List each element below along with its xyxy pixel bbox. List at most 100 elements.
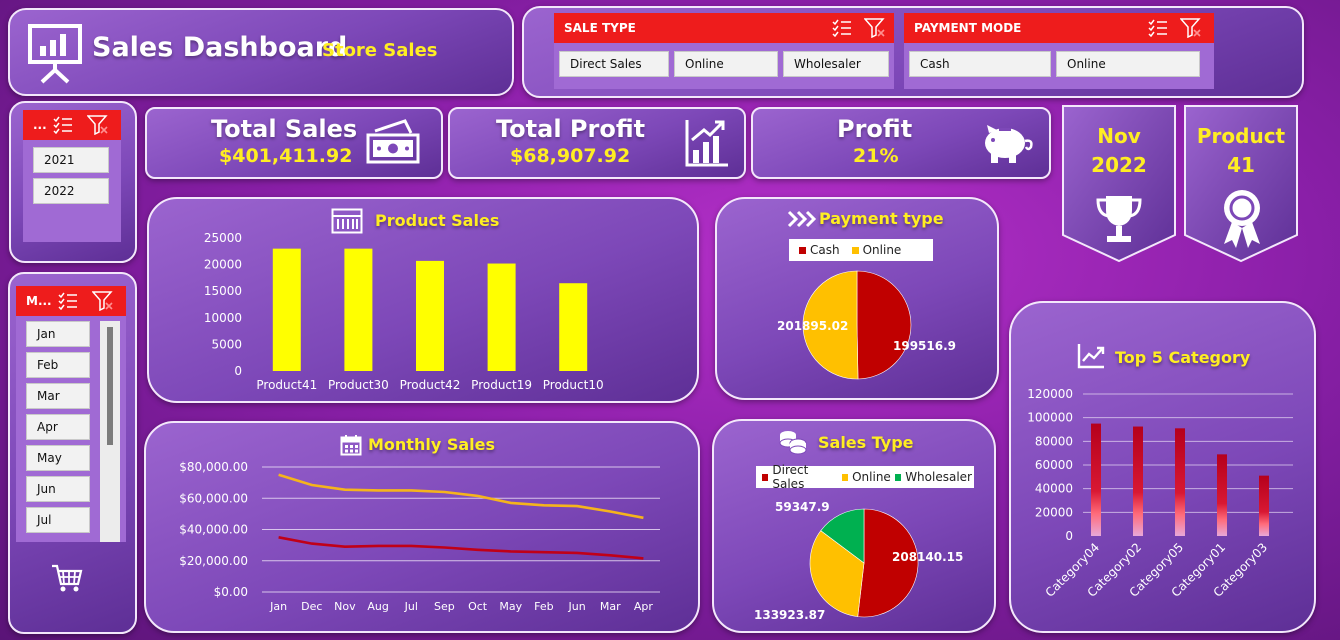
y-tick-label: 10000 bbox=[204, 311, 242, 325]
year-option-2021[interactable]: 2021 bbox=[33, 147, 109, 173]
x-tick-label: Product10 bbox=[543, 378, 604, 392]
x-tick-label: Sep bbox=[434, 600, 455, 613]
clear-filter-icon[interactable] bbox=[1180, 18, 1202, 38]
payment-option-online[interactable]: Online bbox=[1056, 51, 1200, 77]
multi-select-icon[interactable] bbox=[832, 19, 852, 37]
product-badge-line2: 41 bbox=[1227, 153, 1255, 177]
presentation-board-icon bbox=[28, 24, 82, 84]
y-tick-label: $60,000.00 bbox=[179, 491, 248, 505]
monthly-sales-chart: $80,000.00 $60,000.00 $40,000.00 $20,000.00… bbox=[179, 460, 660, 613]
sale-type-option-direct-sales[interactable]: Direct Sales bbox=[559, 51, 669, 77]
month-slicer: M... Jan Feb Mar Apr May Jun Jul bbox=[16, 286, 126, 542]
x-tick-label: Apr bbox=[634, 600, 654, 613]
bar bbox=[1175, 428, 1185, 536]
payment-mode-slicer-label: PAYMENT MODE bbox=[914, 21, 1022, 35]
y-tick-label: 0 bbox=[1065, 529, 1073, 543]
month-badge-line1: Nov bbox=[1097, 124, 1141, 148]
data-label: 133923.87 bbox=[754, 608, 825, 622]
top5-category-chart: 120000100000800006000040000200000Categor… bbox=[1027, 387, 1293, 600]
x-tick-label: Product19 bbox=[471, 378, 532, 392]
year-slicer-card: ... 2021 2022 bbox=[9, 101, 137, 263]
month-option-apr[interactable]: Apr bbox=[26, 414, 90, 440]
year-slicer: ... 2021 2022 bbox=[23, 110, 121, 242]
line-chart-icon bbox=[1077, 344, 1105, 369]
month-option-may[interactable]: May bbox=[26, 445, 90, 471]
multi-select-icon[interactable] bbox=[53, 116, 73, 134]
sale-type-slicer-label: SALE TYPE bbox=[564, 21, 636, 35]
bar bbox=[1217, 454, 1227, 536]
month-option-jan[interactable]: Jan bbox=[26, 321, 90, 347]
profit-label: Profit bbox=[837, 115, 913, 143]
bar bbox=[1091, 423, 1101, 536]
sales-type-title: Sales Type bbox=[818, 433, 914, 452]
coins-icon bbox=[779, 431, 807, 455]
payment-mode-slicer: PAYMENT MODE Cash Online bbox=[904, 13, 1214, 89]
header-card: Sales Dashboard Store Sales bbox=[8, 8, 514, 96]
month-slicer-scrollbar[interactable] bbox=[100, 321, 120, 542]
y-tick-label: $40,000.00 bbox=[179, 523, 248, 537]
legend-label-online: Online bbox=[862, 243, 902, 257]
shopping-cart-icon bbox=[52, 564, 83, 592]
sales-type-chart: 208140.15 133923.87 59347.9 bbox=[754, 500, 963, 622]
legend-label-cash: Cash bbox=[810, 243, 840, 257]
total-profit-card: Total Profit $68,907.92 bbox=[448, 107, 746, 179]
sale-type-option-online[interactable]: Online bbox=[674, 51, 778, 77]
month-option-mar[interactable]: Mar bbox=[26, 383, 90, 409]
y-tick-label: $20,000.00 bbox=[179, 554, 248, 568]
clear-filter-icon[interactable] bbox=[864, 18, 886, 38]
sales-type-legend: Direct Sales Online Wholesaler bbox=[756, 463, 974, 491]
x-tick-label: Jan bbox=[269, 600, 287, 613]
payment-type-title: Payment type bbox=[819, 209, 944, 228]
month-slicer-label: M... bbox=[26, 294, 52, 308]
clear-filter-icon[interactable] bbox=[92, 291, 114, 311]
y-tick-label: 15000 bbox=[204, 284, 242, 298]
payment-option-cash[interactable]: Cash bbox=[909, 51, 1051, 77]
month-slicer-scroll-thumb[interactable] bbox=[107, 327, 113, 445]
x-tick-label: May bbox=[499, 600, 522, 613]
x-tick-label: Feb bbox=[534, 600, 553, 613]
dashboard-subtitle: Store Sales bbox=[322, 40, 438, 61]
piggy-bank-icon bbox=[985, 125, 1033, 163]
sale-type-slicer: SALE TYPE Direct Sales Online Wholesaler bbox=[554, 13, 894, 89]
y-tick-label: 25000 bbox=[204, 231, 242, 245]
multi-select-icon[interactable] bbox=[58, 292, 78, 310]
x-tick-label: Nov bbox=[334, 600, 356, 613]
pie-slice bbox=[856, 270, 912, 380]
series-line bbox=[278, 473, 644, 520]
year-option-2022[interactable]: 2022 bbox=[33, 178, 109, 204]
x-tick-label: Jul bbox=[404, 600, 418, 613]
bar bbox=[1133, 426, 1143, 536]
calendar-icon bbox=[340, 435, 362, 456]
month-option-feb[interactable]: Feb bbox=[26, 352, 90, 378]
month-option-jul[interactable]: Jul bbox=[26, 507, 90, 533]
x-tick-label: Product30 bbox=[328, 378, 389, 392]
data-label: 59347.9 bbox=[775, 500, 830, 514]
bar bbox=[416, 260, 444, 371]
y-tick-label: 80000 bbox=[1035, 434, 1073, 448]
y-tick-label: 20000 bbox=[204, 258, 242, 272]
bar bbox=[559, 283, 588, 371]
month-badge-line2: 2022 bbox=[1091, 153, 1147, 177]
y-tick-label: 120000 bbox=[1027, 387, 1073, 401]
y-tick-label: 40000 bbox=[1035, 482, 1073, 496]
series-line bbox=[278, 536, 644, 560]
legend-swatch-wholesaler bbox=[894, 473, 902, 481]
data-label: 208140.15 bbox=[892, 550, 963, 564]
legend-label-direct-sales: Direct Sales bbox=[772, 463, 809, 491]
x-tick-label: Jun bbox=[567, 600, 585, 613]
y-tick-label: $80,000.00 bbox=[179, 460, 248, 474]
payment-type-chart: 199516.9 201895.02 bbox=[777, 270, 956, 380]
product-badge-line1: Product bbox=[1196, 124, 1286, 148]
total-sales-value: $401,411.92 bbox=[219, 145, 353, 167]
sales-type-card: Sales Type Direct Sales Online Wholesale… bbox=[712, 419, 996, 633]
x-tick-label: Product42 bbox=[400, 378, 461, 392]
total-profit-value: $68,907.92 bbox=[510, 145, 631, 167]
top5-category-card: Top 5 Category 120000 100000 80000 60000 400… bbox=[1009, 301, 1316, 633]
multi-select-icon[interactable] bbox=[1148, 19, 1168, 37]
sale-type-option-wholesaler[interactable]: Wholesaler bbox=[783, 51, 889, 77]
x-tick-label: Oct bbox=[468, 600, 488, 613]
clear-filter-icon[interactable] bbox=[87, 115, 109, 135]
month-option-jun[interactable]: Jun bbox=[26, 476, 90, 502]
growth-chart-icon bbox=[685, 120, 728, 167]
product-sales-card: Product Sales 25000 20000 15000 10000 5000 0 P… bbox=[147, 197, 699, 403]
